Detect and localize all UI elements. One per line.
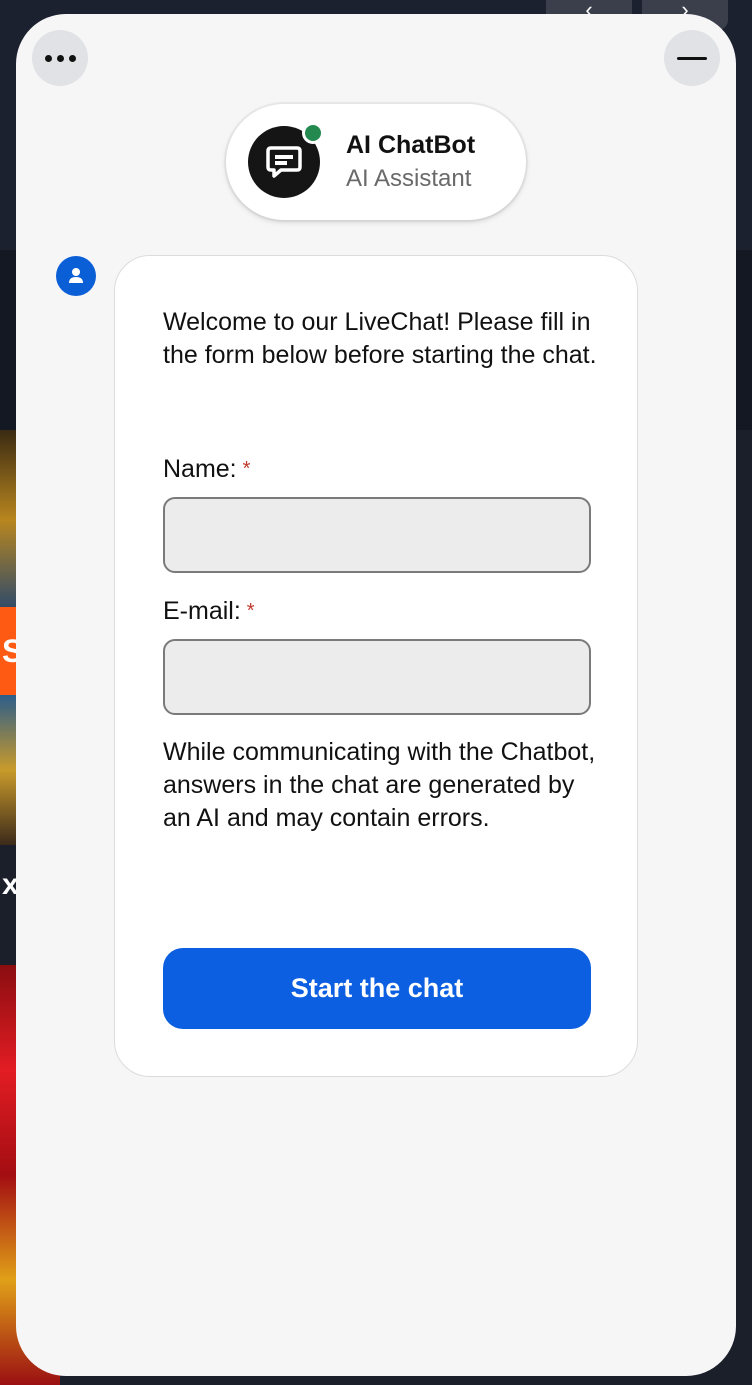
start-chat-button[interactable]: Start the chat <box>163 948 591 1029</box>
user-icon <box>69 268 83 283</box>
required-marker: * <box>246 600 255 622</box>
minimize-button[interactable] <box>664 30 720 86</box>
email-label-text: E-mail: <box>163 597 241 625</box>
name-label: Name: * <box>163 454 250 484</box>
chat-widget: AI ChatBot AI Assistant Welcome to our L… <box>16 14 736 1376</box>
bot-role: AI Assistant <box>346 165 472 192</box>
email-label: E-mail: * <box>163 596 255 626</box>
required-marker: * <box>242 458 251 480</box>
user-avatar <box>56 256 96 296</box>
bot-name: AI ChatBot <box>346 131 476 159</box>
chat-bubble-icon <box>266 146 302 178</box>
pre-chat-form: Welcome to our LiveChat! Please fill in … <box>114 255 638 1077</box>
welcome-message: Welcome to our LiveChat! Please fill in … <box>163 308 597 369</box>
name-label-text: Name: <box>163 455 237 483</box>
bot-avatar <box>248 122 324 198</box>
ai-disclaimer: While communicating with the Chatbot, an… <box>163 738 596 832</box>
more-dots-icon <box>44 54 76 62</box>
name-input[interactable] <box>163 497 591 573</box>
bot-header: AI ChatBot AI Assistant <box>226 104 526 220</box>
menu-button[interactable] <box>32 30 88 86</box>
online-status-dot <box>302 122 324 144</box>
minimize-icon <box>677 56 707 60</box>
email-input[interactable] <box>163 639 591 715</box>
